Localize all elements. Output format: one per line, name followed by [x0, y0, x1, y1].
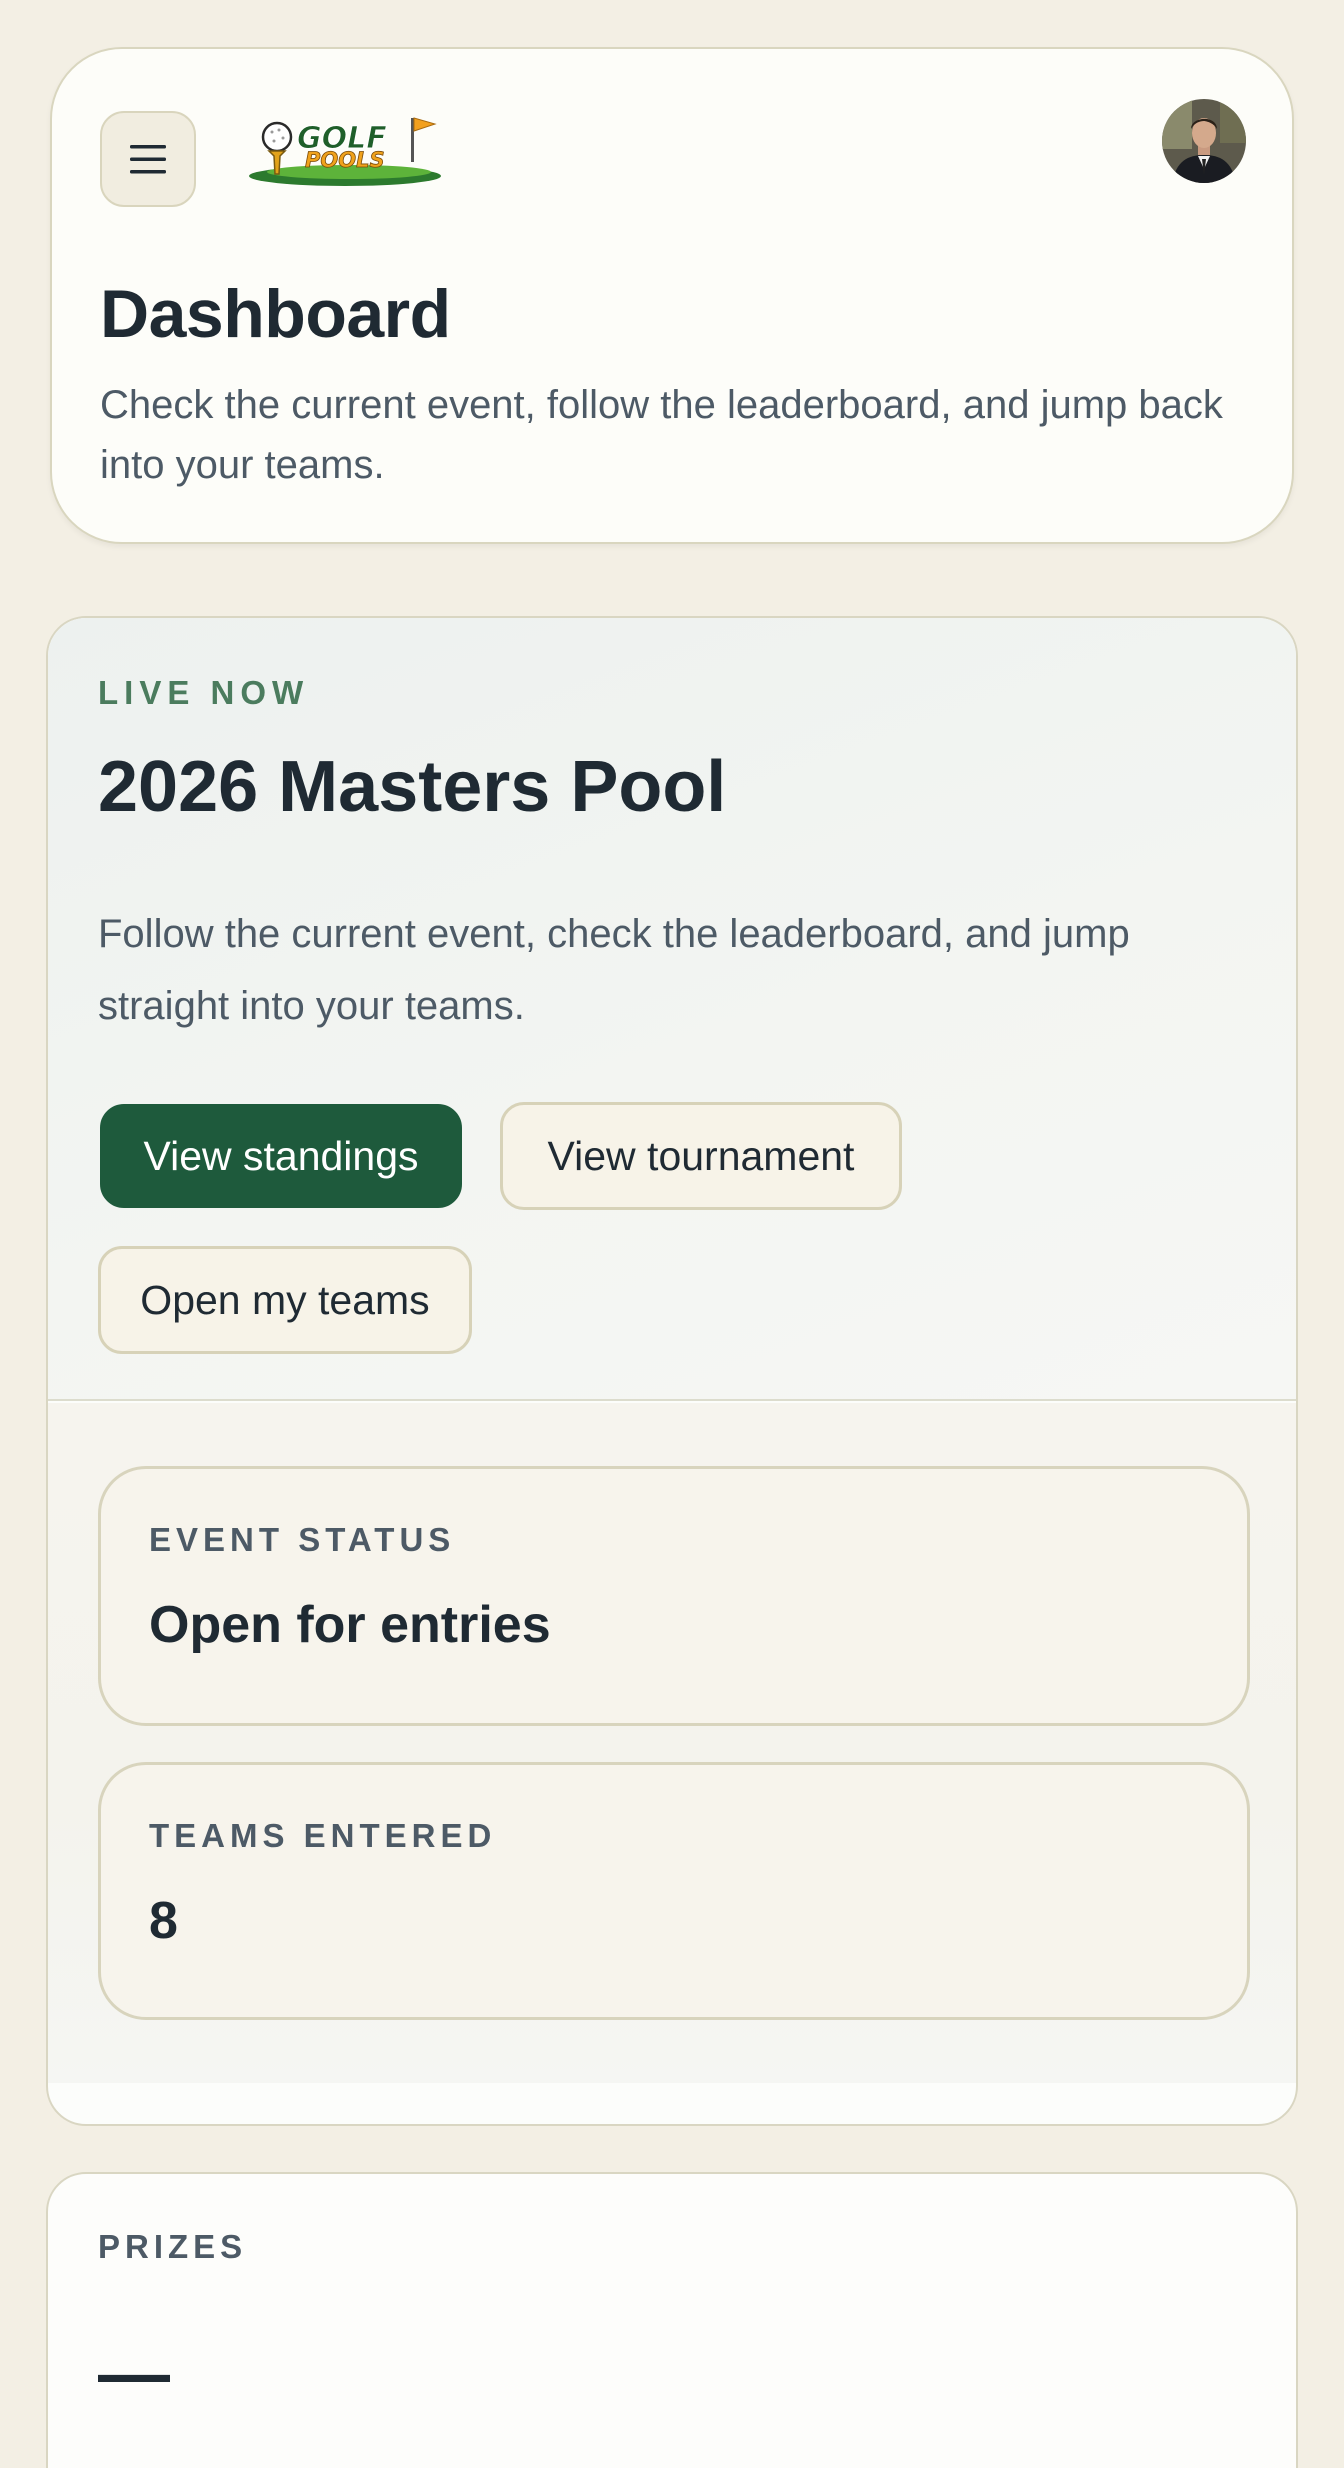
avatar-photo	[1162, 99, 1246, 183]
header-card: GOLF POOLS Dashboard Check the current e…	[50, 47, 1294, 544]
event-stats: EVENT STATUS Open for entries TEAMS ENTE…	[48, 1403, 1296, 2083]
hamburger-menu-icon	[130, 145, 166, 174]
event-status-value: Open for entries	[149, 1596, 551, 1654]
teams-entered-value: 8	[149, 1892, 178, 1950]
user-avatar[interactable]	[1162, 99, 1246, 183]
event-status-box: EVENT STATUS Open for entries	[98, 1466, 1250, 1726]
prizes-card: PRIZES —	[46, 2172, 1298, 2468]
teams-entered-label: TEAMS ENTERED	[149, 1817, 497, 1854]
event-title: 2026 Masters Pool	[98, 747, 727, 827]
prizes-value: —	[98, 2334, 170, 2414]
view-standings-button[interactable]: View standings	[100, 1104, 462, 1208]
menu-button[interactable]	[100, 111, 196, 207]
teams-entered-box: TEAMS ENTERED 8	[98, 1762, 1250, 2020]
event-description: Follow the current event, check the lead…	[98, 912, 1130, 1028]
page-title: Dashboard	[100, 276, 451, 352]
view-tournament-button[interactable]: View tournament	[500, 1102, 902, 1210]
prizes-label: PRIZES	[98, 2228, 248, 2265]
golf-pools-logo[interactable]: GOLF POOLS	[245, 114, 445, 190]
event-status-label: EVENT STATUS	[149, 1521, 456, 1558]
current-event-card: LIVE NOW 2026 Masters Pool Follow the cu…	[46, 616, 1298, 2126]
event-hero: LIVE NOW 2026 Masters Pool Follow the cu…	[48, 618, 1296, 1401]
logo-text-pools: POOLS	[305, 148, 385, 172]
open-my-teams-button[interactable]: Open my teams	[98, 1246, 472, 1354]
live-now-label: LIVE NOW	[98, 674, 310, 711]
page-subtitle: Check the current event, follow the lead…	[100, 383, 1223, 487]
